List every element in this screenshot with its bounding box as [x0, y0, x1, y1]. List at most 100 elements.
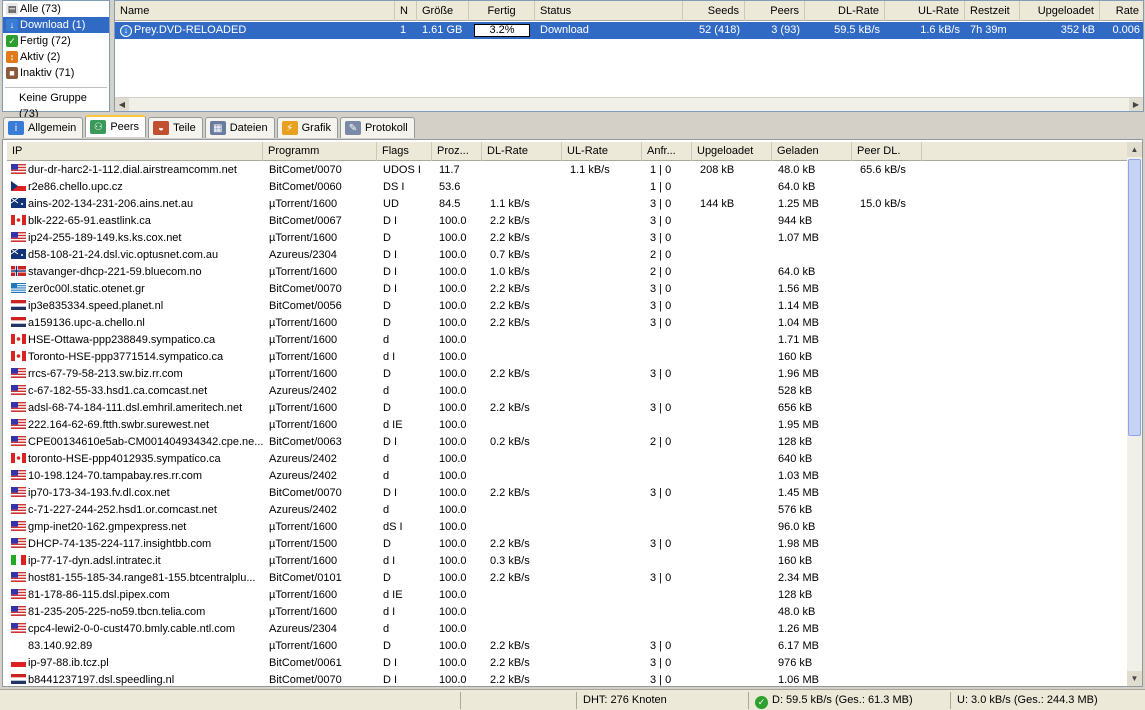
torrent-ul_rate-text: 1.6 kB/s [920, 24, 960, 36]
peer-req: 3 | 0 [642, 315, 692, 332]
peer-row[interactable]: c-67-182-55-33.hsd1.ca.comcast.net Azureu… [7, 383, 1127, 400]
peer-row[interactable]: gmp-inet20-162.gmpexpress.net µTorrent/16… [7, 519, 1127, 536]
peer-flags-text: d I [383, 606, 396, 618]
category-label: Download (1) [20, 19, 86, 31]
peer-row[interactable]: a159136.upc-a.chello.nl µTorrent/1600 D 100… [7, 315, 1127, 332]
peer-row[interactable]: 83.140.92.89 µTorrent/1600 D 100.0 2.2 kB/s 3… [7, 638, 1127, 655]
peers-vscrollbar[interactable]: ▲ ▼ [1127, 142, 1142, 686]
peer-ip: toronto-HSE-ppp4012935.sympatico.ca [7, 451, 263, 468]
column-header[interactable]: UL-Rate [562, 142, 642, 161]
peer-row[interactable]: 222.164-62-69.ftth.swbr.surewest.net µTor… [7, 417, 1127, 434]
peer-row[interactable]: ip24-255-189-149.ks.ks.cox.net µTorrent/1… [7, 230, 1127, 247]
column-header[interactable]: Peer DL. [852, 142, 922, 161]
peer-up [692, 570, 772, 587]
column-header[interactable]: Geladen [772, 142, 852, 161]
column-header[interactable]: Upgeloadet [692, 142, 772, 161]
column-header[interactable]: Name [115, 1, 395, 21]
column-header[interactable]: Flags [377, 142, 432, 161]
group-item[interactable]: Keine Gruppe (73) [3, 90, 109, 120]
peer-row[interactable]: ip-97-88.ib.tcz.pl BitComet/0061 D I 100.0 2… [7, 655, 1127, 672]
peer-prog: µTorrent/1600 [263, 366, 377, 383]
torrent-dl_rate-text: 59.5 kB/s [834, 24, 880, 36]
peer-row[interactable]: toronto-HSE-ppp4012935.sympatico.ca Azure… [7, 451, 1127, 468]
column-header[interactable]: UL-Rate [885, 1, 965, 21]
peer-row[interactable]: ip70-173-34-193.fv.dl.cox.net BitComet/00… [7, 485, 1127, 502]
peer-row[interactable]: cpc4-lewi2-0-0-cust470.bmly.cable.ntl.co… [7, 621, 1127, 638]
peer-row[interactable]: 81-178-86-115.dsl.pipex.com µTorrent/1600… [7, 587, 1127, 604]
peer-row[interactable]: blk-222-65-91.eastlink.ca BitComet/0067 D … [7, 213, 1127, 230]
category-item[interactable]: ▤ Alle (73) [3, 1, 109, 17]
peer-row[interactable]: c-71-227-244-252.hsd1.or.comcast.net Azur… [7, 502, 1127, 519]
column-header[interactable]: Peers [745, 1, 805, 21]
tab-grafik[interactable]: ⚡ Grafik [276, 117, 338, 138]
peer-ip: c-67-182-55-33.hsd1.ca.comcast.net [7, 383, 263, 400]
peer-row[interactable]: CPE00134610e5ab-CM001404934342.cpe.ne...… [7, 434, 1127, 451]
tab-teile[interactable]: ◒ Teile [148, 117, 203, 138]
peer-row[interactable]: DHCP-74-135-224-117.insightbb.com µTorren… [7, 536, 1127, 553]
peer-row[interactable]: rrcs-67-79-58-213.sw.biz.rr.com µTorrent/… [7, 366, 1127, 383]
column-header[interactable]: Seeds [683, 1, 745, 21]
peer-dl: 2.2 kB/s [482, 638, 562, 655]
peer-ip-text: host81-155-185-34.range81-155.btcentralp… [28, 572, 256, 584]
peer-row[interactable]: host81-155-185-34.range81-155.btcentralp… [7, 570, 1127, 587]
peer-row[interactable]: ains-202-134-231-206.ains.net.au µTorrent… [7, 196, 1127, 213]
column-header[interactable]: Fertig [469, 1, 535, 21]
category-item[interactable]: ✓ Fertig (72) [3, 33, 109, 49]
column-header[interactable]: Größe [417, 1, 469, 21]
peer-row[interactable]: 81-235-205-225-no59.tbcn.telia.com µTorre… [7, 604, 1127, 621]
peer-prog-text: BitComet/0063 [269, 436, 342, 448]
peer-up [692, 434, 772, 451]
scroll-left-icon[interactable]: ◀ [115, 98, 129, 111]
column-header[interactable]: DL-Rate [482, 142, 562, 161]
peer-pct: 100.0 [432, 315, 482, 332]
peer-row[interactable]: b8441237197.dsl.speedling.nl BitComet/007… [7, 672, 1127, 686]
column-header[interactable]: DL-Rate [805, 1, 885, 21]
tab-allgemein[interactable]: i Allgemein [3, 117, 84, 138]
finished-icon: ✓ [6, 35, 18, 47]
peer-row[interactable]: r2e86.chello.upc.cz BitComet/0060 DS I 53.6… [7, 179, 1127, 196]
peer-row[interactable]: ip3e835334.speed.planet.nl BitComet/0056 D… [7, 298, 1127, 315]
column-header[interactable]: Programm [263, 142, 377, 161]
peer-dl: 0.7 kB/s [482, 247, 562, 264]
scroll-right-icon[interactable]: ▶ [1129, 98, 1143, 111]
peer-dl: 2.2 kB/s [482, 400, 562, 417]
column-header[interactable]: Rate [1100, 1, 1143, 21]
tab-dateien[interactable]: ▦ Dateien [204, 117, 275, 138]
column-header[interactable]: Upgeloadet [1020, 1, 1100, 21]
column-header[interactable]: Anfr... [642, 142, 692, 161]
torrent-row[interactable]: ↓ Prey.DVD-RELOADED 1 1.61 GB 3.2% Download 52… [115, 22, 1143, 39]
peer-prog: µTorrent/1600 [263, 604, 377, 621]
peer-row[interactable]: dur-dr-harc2-1-112.dial.airstreamcomm.ne… [7, 162, 1127, 179]
peer-row[interactable]: zer0c00l.static.otenet.gr BitComet/0070 D … [7, 281, 1127, 298]
flag-us-icon [11, 418, 26, 429]
peer-got-text: 128 kB [778, 589, 813, 601]
tab-peers[interactable]: ⚇ Peers [85, 115, 147, 137]
peer-dl-text: 2.2 kB/s [490, 300, 530, 312]
scroll-thumb[interactable] [1128, 159, 1141, 436]
peer-row[interactable]: ip-77-17-dyn.adsl.intratec.it µTorrent/16… [7, 553, 1127, 570]
peer-row[interactable]: Toronto-HSE-ppp3771514.sympatico.ca µTorr… [7, 349, 1127, 366]
scroll-down-icon[interactable]: ▼ [1127, 671, 1142, 686]
peer-row[interactable]: d58-108-21-24.dsl.vic.optusnet.com.au Azu… [7, 247, 1127, 264]
flag-ca-icon [11, 333, 26, 344]
column-header[interactable]: Status [535, 1, 683, 21]
peer-up [692, 315, 772, 332]
column-header[interactable]: N [395, 1, 417, 21]
peer-ip-text: 81-235-205-225-no59.tbcn.telia.com [28, 606, 206, 618]
column-header[interactable]: Proz... [432, 142, 482, 161]
peer-peerdl [852, 502, 922, 519]
peer-row[interactable]: stavanger-dhcp-221-59.bluecom.no µTorrent… [7, 264, 1127, 281]
category-item[interactable]: ■ Inaktiv (71) [3, 65, 109, 81]
peer-row[interactable]: HSE-Ottawa-ppp238849.sympatico.ca µTorren… [7, 332, 1127, 349]
peer-pct: 100.0 [432, 485, 482, 502]
category-item[interactable]: ↕ Aktiv (2) [3, 49, 109, 65]
category-item[interactable]: ↓ Download (1) [3, 17, 109, 33]
peer-row[interactable]: 10-198.124-70.tampabay.res.rr.com Azureus… [7, 468, 1127, 485]
scroll-up-icon[interactable]: ▲ [1127, 142, 1142, 157]
torrent-hscrollbar[interactable]: ◀ ▶ [115, 97, 1143, 111]
tab-protokoll[interactable]: ✎ Protokoll [339, 117, 415, 138]
column-header[interactable]: IP [7, 142, 263, 161]
peer-row[interactable]: adsl-68-74-184-111.dsl.emhril.ameritech.… [7, 400, 1127, 417]
column-header[interactable]: Restzeit [965, 1, 1020, 21]
peer-flags-text: DS I [383, 181, 405, 193]
